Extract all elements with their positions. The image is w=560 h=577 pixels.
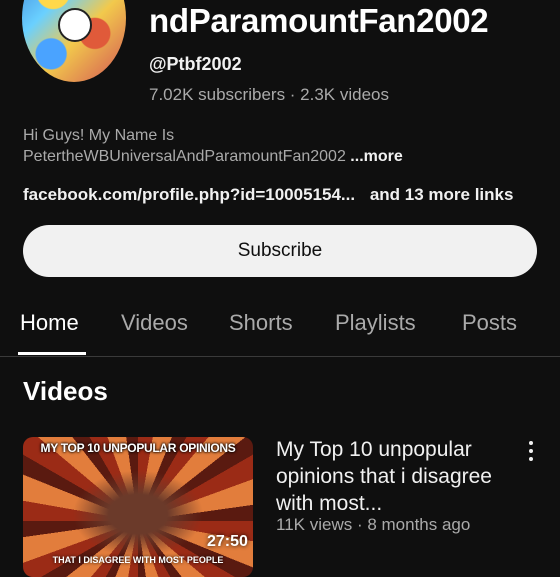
thumbnail-title-text: MY TOP 10 UNPOPULAR OPINIONS [40,441,236,455]
description-more-link[interactable]: ...more [350,148,402,165]
description-line-2-text: PetertheWBUniversalAndParamountFan2002 [23,148,346,165]
video-meta: 11K views · 8 months ago [276,515,471,534]
tab-home[interactable]: Home [20,310,79,336]
video-thumbnail[interactable]: MY TOP 10 UNPOPULAR OPINIONS 27:50 THAT … [23,437,253,577]
channel-avatar[interactable] [22,0,126,82]
description-line-1: Hi Guys! My Name Is [23,127,175,144]
channel-tabs: Home Videos Shorts Playlists Posts [0,300,560,357]
channel-description[interactable]: Hi Guys! My Name Is PetertheWBUniversalA… [23,125,543,167]
tab-playlists[interactable]: Playlists [335,310,416,336]
more-links-link[interactable]: and 13 more links [370,185,514,204]
channel-handle: @Ptbf2002 [149,54,242,74]
description-line-2: PetertheWBUniversalAndParamountFan2002 .… [23,146,543,167]
tab-shorts[interactable]: Shorts [229,310,293,336]
channel-links: facebook.com/profile.php?id=10005154... … [23,185,513,205]
facebook-link[interactable]: facebook.com/profile.php?id=10005154... [23,185,355,204]
section-title[interactable]: Videos [23,376,108,407]
thumbnail-bottom-text: THAT I DISAGREE WITH MOST PEOPLE [52,555,224,565]
avatar-character-face [58,8,92,42]
video-duration: 27:50 [207,533,248,550]
tab-videos[interactable]: Videos [121,310,188,336]
channel-title: ndParamountFan2002 [149,2,489,39]
channel-stats: 7.02K subscribers · 2.3K videos [149,85,390,104]
active-tab-indicator [18,352,86,355]
video-title[interactable]: My Top 10 unpopular opinions that i disa… [276,436,516,517]
subscribe-button[interactable]: Subscribe [23,225,537,277]
more-vertical-icon[interactable] [524,440,538,462]
tab-posts[interactable]: Posts [462,310,517,336]
